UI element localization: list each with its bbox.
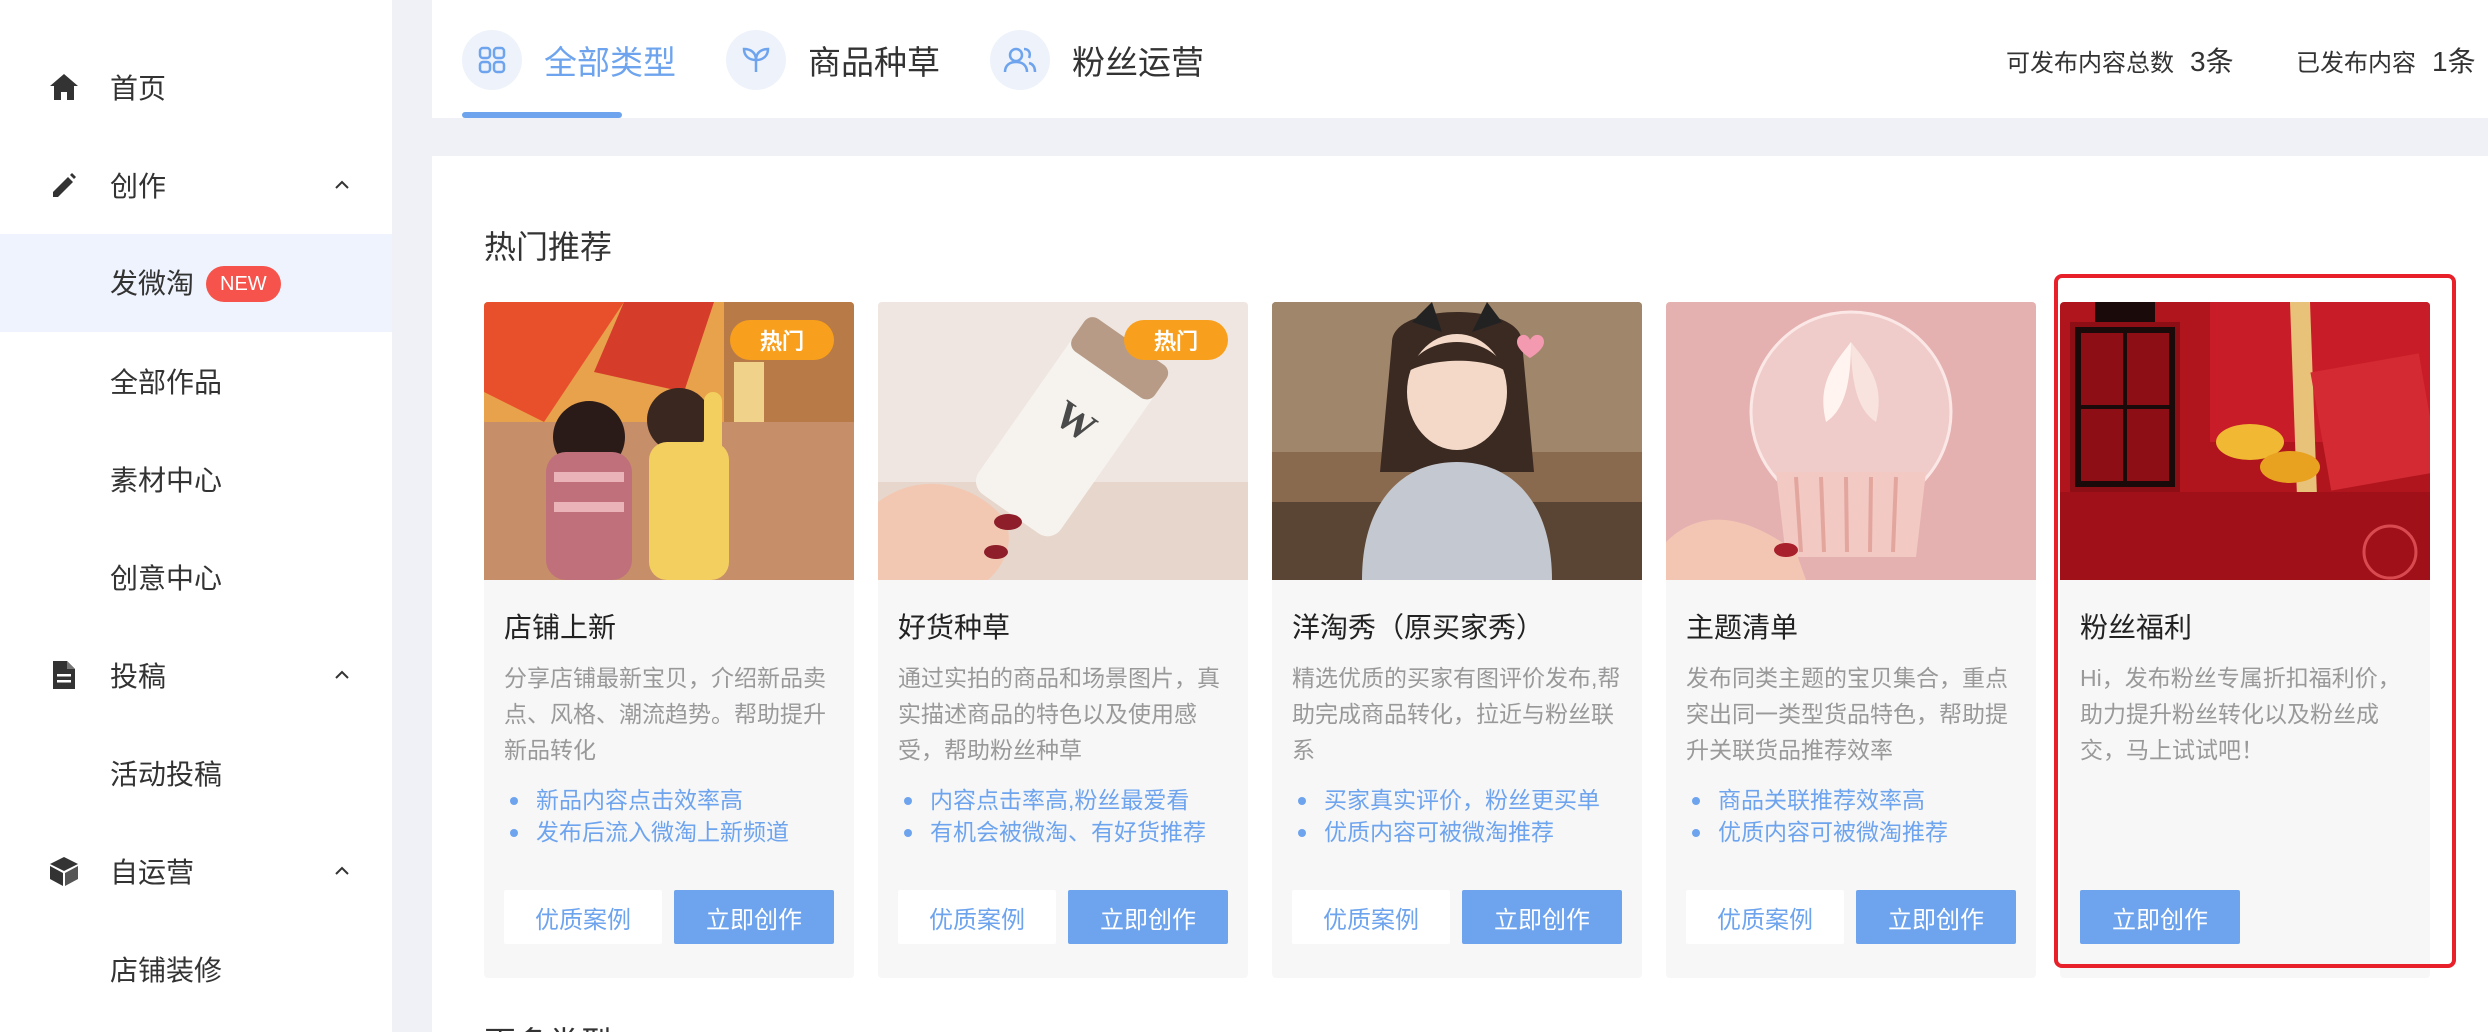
card-title: 店铺上新 — [504, 612, 617, 643]
card-title: 主题清单 — [1686, 612, 1799, 643]
tab-product-seeding[interactable]: 商品种草 — [726, 28, 940, 92]
sidebar-item-label: 素材中心 — [110, 465, 223, 496]
chevron-up-icon[interactable] — [334, 863, 350, 879]
content-type-card[interactable]: 热门 店铺上新 分享店铺最新宝贝，介绍新品卖点、风格、潮流趋势。帮助提升新品转化… — [484, 302, 854, 978]
sidebar-item-label: 自运营 — [110, 857, 195, 888]
card-bullet: 有机会被微淘、有好货推荐 — [898, 816, 1238, 848]
card-bullet: 内容点击率高,粉丝最爱看 — [898, 784, 1238, 816]
publishable-total-stat: 可发布内容总数 3条 — [2006, 40, 2234, 80]
create-now-button[interactable]: 立即创作 — [674, 890, 834, 944]
highlight-frame — [2054, 274, 2456, 968]
published-stat: 已发布内容 1条 — [2296, 40, 2476, 80]
content-type-card[interactable]: W 热门 好货种草 通过实拍的商品和场景图片，真实描述商品的特色以及使用感受，帮… — [878, 302, 1248, 978]
card-bullet: 新品内容点击效率高 — [504, 784, 844, 816]
chevron-up-icon[interactable] — [334, 667, 350, 683]
create-now-button[interactable]: 立即创作 — [1068, 890, 1228, 944]
card-bullet: 优质内容可被微淘推荐 — [1292, 816, 1632, 848]
sidebar-item-create[interactable]: 创作 — [0, 136, 392, 234]
quality-case-button[interactable]: 优质案例 — [1292, 890, 1450, 944]
hot-badge: 热门 — [1124, 320, 1228, 360]
sidebar-item-label: 发微淘 — [110, 268, 195, 300]
quality-case-button[interactable]: 优质案例 — [898, 890, 1056, 944]
card-bullet: 买家真实评价，粉丝更买单 — [1292, 784, 1632, 816]
card-bullet: 发布后流入微淘上新频道 — [504, 816, 844, 848]
card-image — [1272, 302, 1642, 580]
pencil-icon — [48, 169, 80, 201]
sidebar-item-creative-center[interactable]: 创意中心 — [0, 528, 392, 626]
sidebar: 首页 创作 发微淘 NEW 全部作品 素材中心 创意中心 投稿 活动投稿 自运营 — [0, 0, 392, 1032]
card-title: 洋淘秀（原买家秀） — [1292, 612, 1545, 643]
sprout-icon — [726, 30, 786, 90]
stat-label: 可发布内容总数 — [2006, 50, 2174, 77]
sidebar-item-activity-submission[interactable]: 活动投稿 — [0, 724, 392, 822]
tab-all-types[interactable]: 全部类型 — [462, 28, 676, 92]
create-now-button[interactable]: 立即创作 — [1462, 890, 1622, 944]
sidebar-item-all-works[interactable]: 全部作品 — [0, 332, 392, 430]
sidebar-item-material-center[interactable]: 素材中心 — [0, 430, 392, 528]
section-title: 热门推荐 — [484, 229, 613, 265]
card-description: 通过实拍的商品和场景图片，真实描述商品的特色以及使用感受，帮助粉丝种草 — [898, 665, 1220, 763]
content-type-card[interactable]: 洋淘秀（原买家秀） 精选优质的买家有图评价发布,帮助完成商品转化，拉近与粉丝联系… — [1272, 302, 1642, 978]
sidebar-item-label: 投稿 — [110, 661, 167, 692]
tab-label: 商品种草 — [808, 44, 940, 81]
header: 全部类型 商品种草 粉丝运营 可发布内容总数 3条 已发布内容 1条 — [432, 0, 2488, 118]
sidebar-item-label: 创作 — [110, 171, 167, 202]
card-description: 精选优质的买家有图评价发布,帮助完成商品转化，拉近与粉丝联系 — [1292, 665, 1621, 763]
stat-label: 已发布内容 — [2296, 50, 2416, 77]
chevron-up-icon[interactable] — [334, 177, 350, 193]
stat-value: 3条 — [2190, 46, 2234, 77]
hot-badge: 热门 — [730, 320, 834, 360]
create-now-button[interactable]: 立即创作 — [1856, 890, 2016, 944]
quality-case-button[interactable]: 优质案例 — [504, 890, 662, 944]
card-bullet: 优质内容可被微淘推荐 — [1686, 816, 2026, 848]
quality-case-button[interactable]: 优质案例 — [1686, 890, 1844, 944]
sidebar-item-shop-decoration[interactable]: 店铺装修 — [0, 920, 392, 1018]
card-title: 好货种草 — [898, 612, 1011, 643]
card-image — [1666, 302, 2036, 580]
active-tab-indicator — [462, 112, 622, 118]
tab-label: 粉丝运营 — [1072, 44, 1204, 81]
stat-value: 1条 — [2432, 46, 2476, 77]
sidebar-item-submission[interactable]: 投稿 — [0, 626, 392, 724]
users-icon — [990, 30, 1050, 90]
card-description: 发布同类主题的宝贝集合，重点突出同一类型货品特色，帮助提升关联货品推荐效率 — [1686, 665, 2008, 763]
sidebar-item-home[interactable]: 首页 — [0, 38, 392, 136]
sidebar-item-label: 店铺装修 — [110, 955, 223, 986]
tab-fan-operation[interactable]: 粉丝运营 — [990, 28, 1204, 92]
content-type-card[interactable]: 主题清单 发布同类主题的宝贝集合，重点突出同一类型货品特色，帮助提升关联货品推荐… — [1666, 302, 2036, 978]
home-icon — [48, 71, 80, 103]
sidebar-item-label: 全部作品 — [110, 367, 223, 398]
section-title-more: 更多类型 — [484, 1018, 612, 1032]
tab-label: 全部类型 — [544, 44, 676, 81]
sidebar-item-self-operation[interactable]: 自运营 — [0, 822, 392, 920]
sidebar-item-label: 首页 — [110, 73, 167, 104]
sidebar-item-label: 活动投稿 — [110, 759, 223, 790]
card-bullet: 商品关联推荐效率高 — [1686, 784, 2026, 816]
box-icon — [48, 855, 80, 887]
sidebar-item-label: 创意中心 — [110, 563, 223, 594]
new-badge: NEW — [206, 265, 281, 302]
card-description: 分享店铺最新宝贝，介绍新品卖点、风格、潮流趋势。帮助提升新品转化 — [504, 665, 826, 763]
sidebar-item-post-weitao[interactable]: 发微淘 NEW — [0, 234, 392, 332]
grid-icon — [462, 30, 522, 90]
document-icon — [48, 659, 80, 691]
